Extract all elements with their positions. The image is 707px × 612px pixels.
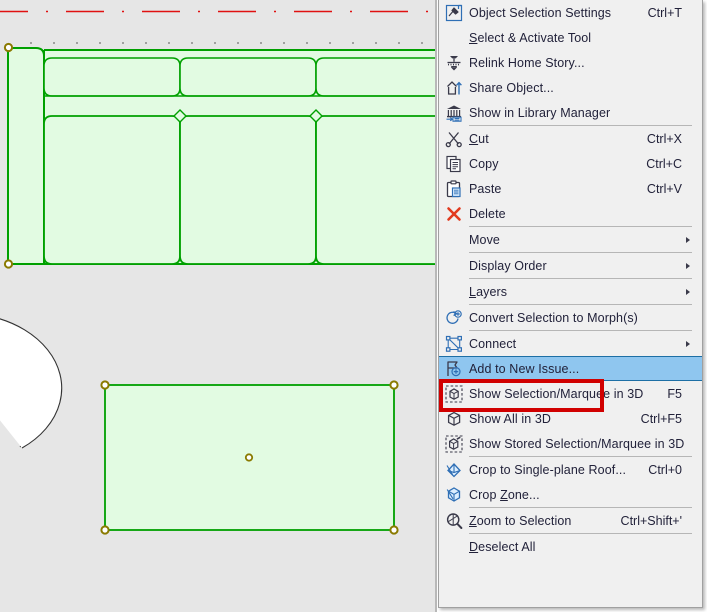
- share-object-icon: [439, 75, 469, 100]
- no-icon-spacer: [439, 227, 469, 252]
- menu-item-label: Copy: [469, 156, 499, 171]
- show-stored-selection-3d-icon: [439, 431, 469, 456]
- menu-item-add-to-new-issue[interactable]: Add to New Issue...: [439, 356, 702, 381]
- menu-item-share-object[interactable]: Share Object...: [439, 75, 702, 100]
- menu-item-show-all-in-3d[interactable]: Show All in 3D Ctrl+F5: [439, 406, 702, 431]
- crop-roof-icon: [439, 457, 469, 482]
- menu-item-shortcut: Ctrl+V: [646, 181, 682, 196]
- menu-item-deselect-all[interactable]: Deselect All: [439, 534, 702, 559]
- menu-item-label: Select & Activate Tool: [469, 30, 592, 45]
- no-icon-spacer: [439, 279, 469, 304]
- no-icon-spacer: [439, 253, 469, 278]
- menu-item-label: Relink Home Story...: [469, 55, 585, 70]
- menu-item-label: Show in Library Manager: [469, 105, 611, 120]
- menu-item-label: Display Order: [469, 258, 547, 273]
- submenu-chevron-icon: [686, 340, 690, 347]
- relink-home-story-icon: [439, 50, 469, 75]
- menu-item-label: Show Stored Selection/Marquee in 3D: [469, 436, 685, 451]
- menu-item-label: Add to New Issue...: [469, 361, 580, 376]
- menu-item-paste[interactable]: Paste Ctrl+V: [439, 176, 702, 201]
- menu-item-show-selection-marquee-in-3d[interactable]: Show Selection/Marquee in 3D F5: [439, 381, 702, 406]
- menu-item-label: Zoom to Selection: [469, 513, 572, 528]
- cad-canvas[interactable]: [0, 0, 437, 612]
- submenu-chevron-icon: [686, 236, 690, 243]
- no-icon-spacer: [439, 25, 469, 50]
- convert-to-morph-icon: [439, 305, 469, 330]
- zoom-to-selection-icon: [439, 508, 469, 533]
- crop-zone-icon: [439, 482, 469, 507]
- submenu-chevron-icon: [686, 288, 690, 295]
- screen-root: Object Selection Settings Ctrl+T Select & …: [0, 0, 707, 612]
- menu-item-label: Show All in 3D: [469, 411, 551, 426]
- library-manager-icon: [439, 100, 469, 125]
- paste-icon: [439, 176, 469, 201]
- menu-item-shortcut: Ctrl+C: [646, 156, 682, 171]
- rectangle-zone-object[interactable]: [100, 380, 399, 535]
- menu-item-shortcut: F5: [667, 386, 682, 401]
- menu-item-shortcut: Ctrl+0: [648, 462, 682, 477]
- menu-item-shortcut: Ctrl+T: [647, 5, 682, 20]
- menu-item-show-in-library-manager[interactable]: Show in Library Manager: [439, 100, 702, 125]
- menu-item-label: Crop Zone...: [469, 487, 540, 502]
- object-context-menu[interactable]: Object Selection Settings Ctrl+T Select & …: [438, 0, 703, 608]
- menu-item-relink-home-story[interactable]: Relink Home Story...: [439, 50, 702, 75]
- submenu-chevron-icon: [686, 262, 690, 269]
- menu-item-label: Show Selection/Marquee in 3D: [469, 386, 644, 401]
- menu-item-label: Convert Selection to Morph(s): [469, 310, 638, 325]
- menu-item-shortcut: Ctrl+F5: [640, 411, 682, 426]
- scissors-icon: [439, 126, 469, 151]
- menu-item-label: Connect: [469, 336, 517, 351]
- menu-item-cut[interactable]: Cut Ctrl+X: [439, 126, 702, 151]
- delete-x-icon: [439, 201, 469, 226]
- menu-item-copy[interactable]: Copy Ctrl+C: [439, 151, 702, 176]
- object-settings-icon: [439, 0, 469, 25]
- menu-item-convert-selection-to-morph-s[interactable]: Convert Selection to Morph(s): [439, 305, 702, 330]
- menu-item-label: Object Selection Settings: [469, 5, 612, 20]
- menu-item-crop-to-single-plane-roof[interactable]: Crop to Single-plane Roof... Ctrl+0: [439, 457, 702, 482]
- connect-icon: [439, 331, 469, 356]
- show-all-3d-icon: [439, 406, 469, 431]
- show-selection-3d-icon: [439, 381, 469, 406]
- add-to-new-issue-icon: [439, 356, 469, 381]
- menu-item-label: Paste: [469, 181, 502, 196]
- menu-item-label: Share Object...: [469, 80, 554, 95]
- copy-icon: [439, 151, 469, 176]
- menu-item-connect[interactable]: Connect: [439, 331, 702, 356]
- menu-item-display-order[interactable]: Display Order: [439, 253, 702, 278]
- menu-item-label: Cut: [469, 131, 489, 146]
- cad-drawing: [0, 0, 437, 612]
- menu-item-label: Move: [469, 232, 500, 247]
- menu-item-move[interactable]: Move: [439, 227, 702, 252]
- menu-item-label: Delete: [469, 206, 506, 221]
- grid-dots: [30, 42, 423, 44]
- menu-item-zoom-to-selection[interactable]: Zoom to Selection Ctrl+Shift+': [439, 508, 702, 533]
- menu-item-shortcut: Ctrl+X: [646, 131, 682, 146]
- menu-item-object-selection-settings[interactable]: Object Selection Settings Ctrl+T: [439, 0, 702, 25]
- menu-item-crop-zone[interactable]: Crop Zone...: [439, 482, 702, 507]
- menu-item-label: Layers: [469, 284, 508, 299]
- menu-item-show-stored-selection-marquee-in-3d[interactable]: Show Stored Selection/Marquee in 3D: [439, 431, 702, 456]
- sofa-sectional-object[interactable]: [3, 42, 437, 269]
- menu-item-select-activate-tool[interactable]: Select & Activate Tool: [439, 25, 702, 50]
- menu-item-layers[interactable]: Layers: [439, 279, 702, 304]
- menu-item-shortcut: Ctrl+Shift+': [620, 513, 682, 528]
- no-icon-spacer: [439, 534, 469, 559]
- arc-wall-object[interactable]: [0, 313, 63, 449]
- menu-item-delete[interactable]: Delete: [439, 201, 702, 226]
- menu-item-label: Deselect All: [469, 539, 536, 554]
- menu-item-label: Crop to Single-plane Roof...: [469, 462, 627, 477]
